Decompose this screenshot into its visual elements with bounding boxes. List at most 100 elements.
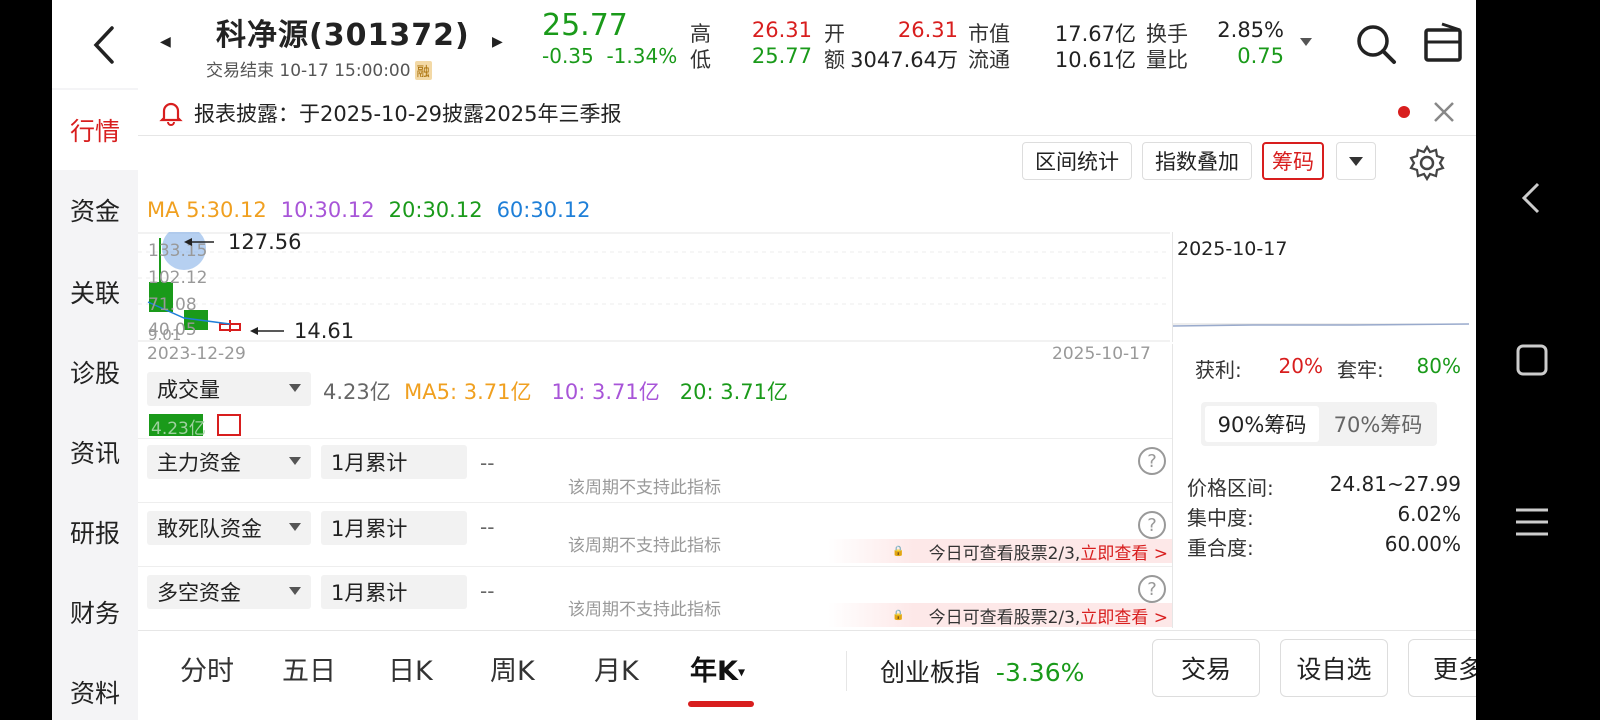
indicator-row-dare: 敢死队资金 1月累计 -- ? 该周期不支持此指标 🔒 今日可查看股票2/3, 立即… xyxy=(138,502,1172,566)
volume-select-label: 成交量 xyxy=(157,378,220,402)
add-favorite-button[interactable]: 设自选 xyxy=(1280,639,1388,697)
indicator-select[interactable]: 多空资金 xyxy=(147,575,311,609)
view-now-link[interactable]: 立即查看 > xyxy=(1080,539,1168,564)
period-monthly[interactable]: 月K xyxy=(594,649,639,688)
volume-indicator-select[interactable]: 成交量 xyxy=(147,372,311,406)
kline-svg: 133.15 102.12 71.08 40.05 9.01 127.56 14… xyxy=(138,226,1170,344)
index-name: 创业板指 xyxy=(880,658,981,687)
vol-ma10: 10: 3.71亿 xyxy=(551,380,660,404)
nav-research[interactable]: 研报 xyxy=(52,492,138,572)
period-weekly[interactable]: 周K xyxy=(490,649,535,688)
header: ◀ 科净源(301372) ▶ 交易结束 10-17 15:00:00 融 25.… xyxy=(52,0,1476,88)
view-limit-banner[interactable]: 🔒 今日可查看股票2/3, 立即查看 > xyxy=(828,603,1172,628)
change-pct: -1.34% xyxy=(606,44,678,68)
turnover-value: 2.85% xyxy=(1217,18,1284,42)
period-select[interactable]: 1月累计 xyxy=(321,511,467,545)
side-date: 2025-10-17 xyxy=(1177,238,1288,260)
chips-button[interactable]: 筹码 xyxy=(1262,142,1324,180)
period-intraday[interactable]: 分时 xyxy=(180,649,234,688)
view-now-link[interactable]: 立即查看 > xyxy=(1080,603,1168,628)
system-nav-bar xyxy=(1476,0,1600,720)
change-value: -0.35 xyxy=(542,44,594,68)
period-daily[interactable]: 日K xyxy=(388,649,433,688)
y-label-3: 71.08 xyxy=(148,295,197,315)
expand-quote-icon[interactable] xyxy=(1300,38,1312,46)
indicator-value: -- xyxy=(480,451,495,475)
range-stats-button[interactable]: 区间统计 xyxy=(1022,142,1132,180)
help-icon[interactable]: ? xyxy=(1138,575,1166,603)
volratio-label: 量比 xyxy=(1146,48,1188,72)
price-range-value: 24.81~27.99 xyxy=(1329,472,1461,496)
lock-icon: 🔒 xyxy=(892,545,905,557)
nav-news[interactable]: 资讯 xyxy=(52,412,138,492)
help-icon[interactable]: ? xyxy=(1138,511,1166,539)
nav-related[interactable]: 关联 xyxy=(52,252,138,332)
amount-value: 3047.64万 xyxy=(850,48,958,72)
chevron-down-icon: ▾ xyxy=(737,664,745,681)
index-overlay-button[interactable]: 指数叠加 xyxy=(1142,142,1252,180)
nav-funds[interactable]: 资金 xyxy=(52,170,138,250)
nav-diagnose[interactable]: 诊股 xyxy=(52,332,138,412)
chevron-down-icon xyxy=(289,587,301,595)
ma10-label: 10:30.12 xyxy=(280,198,375,222)
trade-button[interactable]: 交易 xyxy=(1152,639,1260,697)
indicator-name: 多空资金 xyxy=(157,581,241,605)
indicator-note: 该周期不支持此指标 xyxy=(568,600,721,620)
view-limit-banner[interactable]: 🔒 今日可查看股票2/3, 立即查看 > xyxy=(828,539,1172,564)
toolbar-dropdown-button[interactable] xyxy=(1336,142,1376,180)
portfolio-icon[interactable] xyxy=(1420,20,1468,68)
tab-90-chips[interactable]: 90%筹码 xyxy=(1205,406,1319,442)
indicator-select[interactable]: 主力资金 xyxy=(147,445,311,479)
indicator-select[interactable]: 敢死队资金 xyxy=(147,511,311,545)
tab-70-chips[interactable]: 70%筹码 xyxy=(1321,406,1435,442)
y-label-5: 9.01 xyxy=(148,326,181,342)
margin-badge: 融 xyxy=(414,61,432,80)
index-ticker[interactable]: 创业板指 -3.36% xyxy=(880,653,1084,689)
nav-finance[interactable]: 财务 xyxy=(52,572,138,652)
period-yearly[interactable]: 年K▾ xyxy=(690,649,745,688)
volume-chart[interactable]: 4.23亿 xyxy=(147,414,1171,439)
kline-chart[interactable]: 133.15 102.12 71.08 40.05 9.01 127.56 14… xyxy=(138,226,1170,344)
trapped-value: 80% xyxy=(1416,354,1461,378)
volume-bar-label: 4.23亿 xyxy=(151,419,206,439)
indicator-value: -- xyxy=(480,515,495,539)
indicator-value: -- xyxy=(480,579,495,603)
chevron-down-icon xyxy=(289,457,301,465)
report-notice[interactable]: 报表披露：于2025-10-29披露2025年三季报 xyxy=(138,88,1476,136)
active-period-indicator xyxy=(688,701,754,707)
notice-text: 报表披露：于2025-10-29披露2025年三季报 xyxy=(194,102,622,126)
system-back-icon[interactable] xyxy=(1504,170,1560,226)
period-5day[interactable]: 五日 xyxy=(282,649,336,688)
overlap-value: 60.00% xyxy=(1384,532,1461,556)
next-stock-icon[interactable]: ▶ xyxy=(492,34,503,50)
search-icon[interactable] xyxy=(1352,20,1400,68)
view-limit-text: 今日可查看股票2/3, xyxy=(928,607,1081,628)
prev-stock-icon[interactable]: ◀ xyxy=(160,34,171,50)
volume-value: 4.23亿 xyxy=(323,380,391,404)
chevron-down-icon xyxy=(289,523,301,531)
chevron-down-icon xyxy=(289,384,301,392)
float-label: 流通 xyxy=(968,48,1010,72)
chips-tabs: 90%筹码 70%筹码 xyxy=(1201,402,1437,446)
system-home-icon[interactable] xyxy=(1504,332,1560,388)
high-value: 26.31 xyxy=(751,18,812,42)
system-menu-icon[interactable] xyxy=(1504,494,1560,550)
concentration-value: 6.02% xyxy=(1397,502,1461,526)
close-icon[interactable] xyxy=(1432,100,1456,124)
nav-profile[interactable]: 资料 xyxy=(52,652,138,720)
chips-distribution-chart: 2025-10-17 xyxy=(1172,232,1470,342)
nav-quote[interactable]: 行情 xyxy=(52,90,138,170)
vol-ma20: 20: 3.71亿 xyxy=(679,380,789,404)
bell-icon xyxy=(159,102,183,126)
view-limit-text: 今日可查看股票2/3, xyxy=(928,543,1081,564)
settings-icon[interactable] xyxy=(1408,144,1446,182)
ma5-label: MA 5:30.12 xyxy=(147,198,267,222)
indicator-note: 该周期不支持此指标 xyxy=(568,536,721,556)
date-start: 2023-12-29 xyxy=(147,344,246,364)
volume-values: 4.23亿 MA5: 3.71亿 10: 3.71亿 20: 3.71亿 xyxy=(323,376,788,406)
help-icon[interactable]: ? xyxy=(1138,447,1166,475)
back-icon[interactable] xyxy=(84,20,124,70)
bottom-bar: 分时 五日 日K 周K 月K 年K▾ 创业板指 -3.36% 交易 设自选 更多 xyxy=(138,630,1508,720)
period-select[interactable]: 1月累计 xyxy=(321,445,467,479)
period-select[interactable]: 1月累计 xyxy=(321,575,467,609)
